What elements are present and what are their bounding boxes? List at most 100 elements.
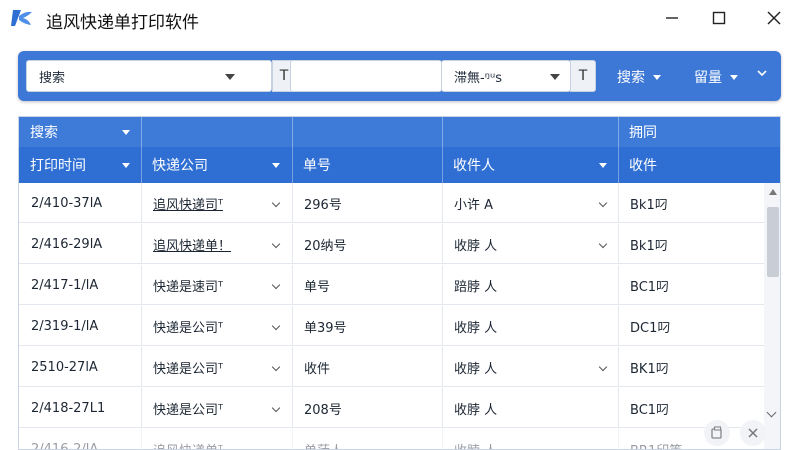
scroll-down-icon[interactable] (766, 407, 777, 418)
column-header-label: 单号 (303, 158, 331, 174)
group-header-range[interactable]: 拥同 (618, 117, 764, 147)
cell-courier[interactable]: 追风快递单！ (141, 224, 266, 264)
cell-number: 单菠人 (292, 429, 442, 450)
table-row[interactable]: 2/418-27L1 快递是公司ᵀ 208号 收脖 人 BC1叼 (19, 388, 764, 428)
chevron-down-icon (730, 74, 738, 80)
maximize-icon (712, 11, 726, 25)
cell-courier[interactable]: 快递是公司ᵀ (141, 388, 266, 428)
cell-recipient: 小许 A (454, 197, 494, 213)
table-row[interactable]: 2/416-29lA 追风快递单！ 20纳号 收脖 人 Bk1叼 (19, 224, 764, 264)
table-row[interactable]: 2/416-2/lA 追风快递单ᵀ 单菠人 收脖 人 BR1印等 (19, 429, 764, 450)
cell-print-time: 2/319-1/lA (31, 318, 99, 334)
chevron-down-icon (599, 163, 607, 168)
table-row[interactable]: 2/319-1/lA 快递是公司ᵀ 单39号 收脖 人 DC1叼 (19, 306, 764, 346)
chevron-down-icon (122, 163, 130, 168)
group-header-search-label: 搜索 (30, 125, 58, 141)
chevron-down-icon[interactable] (271, 321, 281, 331)
chevron-down-icon[interactable] (271, 198, 281, 208)
cell-item: DC1叼 (630, 320, 671, 336)
cell-recipient: 收脖 人 (454, 361, 498, 377)
cell-recipient: 收脖 人 (454, 238, 498, 254)
chevron-down-icon (550, 74, 560, 80)
close-button[interactable] (762, 6, 786, 30)
chevron-down-icon[interactable] (271, 239, 281, 249)
column-header-courier[interactable]: 快递公司 (141, 147, 292, 183)
search-toolbar: 搜索 T 滞無-ᵑᵘs T 搜索 留量 (18, 51, 781, 101)
column-header-label: 收件人 (453, 158, 495, 174)
cell-courier[interactable]: 快递是速司ᵀ (141, 265, 266, 305)
header-divider (292, 117, 293, 147)
chevron-down-icon (653, 74, 661, 80)
chevron-down-icon[interactable] (598, 198, 608, 208)
window-title: 追风快递单打印软件 (46, 13, 199, 33)
chevron-down-icon (225, 74, 235, 80)
quantity-menu-button[interactable]: 留量 (694, 67, 738, 87)
table-row[interactable]: 2/410-37lA 追风快递司ᵀ 296号 小许 A Bk1叼 (19, 183, 764, 223)
cell-item: BC1叼 (630, 402, 670, 418)
t-symbol: T (578, 68, 588, 84)
table-row[interactable]: 2510-27lA 快递是公司ᵀ 收件 收脖 人 BK1叼 (19, 347, 764, 387)
data-grid: 搜索 拥同 打印时间 快递公司 单号 收件人 收件 2/410-37lA 追风快… (18, 116, 781, 450)
scrollbar-thumb[interactable] (767, 207, 779, 277)
cell-recipient: 收脖 人 (454, 402, 498, 418)
chevron-down-icon[interactable] (271, 280, 281, 290)
column-header-label: 快递公司 (152, 158, 208, 174)
search-text-input[interactable] (290, 60, 442, 92)
cell-number: 208号 (304, 402, 342, 418)
cell-print-time: 2/410-37lA (31, 195, 103, 211)
cell-print-time: 2510-27lA (31, 359, 98, 375)
search-menu-button[interactable]: 搜索 (617, 67, 661, 87)
header-divider (141, 117, 142, 147)
chevron-down-icon[interactable] (271, 403, 281, 413)
cell-courier[interactable]: 追风快递单ᵀ (141, 429, 266, 450)
cell-print-time: 2/416-2/lA (31, 441, 99, 450)
copy-button[interactable] (704, 420, 730, 446)
cell-recipient: 收脖 人 (442, 429, 592, 450)
cell-number: 296号 (304, 197, 342, 213)
chevron-down-icon[interactable] (271, 362, 281, 372)
title-bar: 追风快递单打印软件 (0, 0, 800, 36)
vertical-scrollbar[interactable] (764, 183, 780, 449)
group-header-row: 搜索 拥同 (19, 117, 780, 147)
cell-item: BK1叼 (630, 361, 669, 377)
filter-combo[interactable]: 滞無-ᵑᵘs (441, 60, 571, 92)
filter-combo-value: 滞無-ᵑᵘs (454, 70, 503, 86)
close-icon (748, 428, 758, 438)
column-header-number[interactable]: 单号 (292, 147, 442, 183)
app-logo-icon (11, 10, 32, 26)
table-row[interactable]: 2/417-1/lA 快递是速司ᵀ 单号 踣脖 人 BC1叼 (19, 265, 764, 305)
scroll-up-icon[interactable] (769, 189, 777, 195)
cell-number: 单号 (304, 279, 331, 295)
chevron-down-icon[interactable] (598, 362, 608, 372)
quantity-menu-label: 留量 (694, 70, 722, 86)
copy-icon (711, 426, 722, 439)
cell-courier[interactable]: 快递是公司ᵀ (141, 306, 266, 346)
cell-courier[interactable]: 快递是公司ᵀ (141, 347, 266, 387)
cell-print-time: 2/418-27L1 (31, 400, 106, 416)
cell-courier[interactable]: 追风快递司ᵀ (141, 183, 266, 223)
dismiss-button[interactable] (740, 420, 766, 446)
column-header-recipient[interactable]: 收件人 (442, 147, 618, 183)
t-symbol: T (279, 68, 289, 84)
search-combo[interactable]: 搜索 (26, 60, 272, 92)
close-icon (767, 11, 781, 25)
column-header-row: 打印时间 快递公司 单号 收件人 收件 (19, 147, 780, 183)
maximize-button[interactable] (707, 6, 731, 30)
header-divider (442, 117, 443, 147)
column-header-item[interactable]: 收件 (618, 147, 780, 183)
chevron-down-icon (122, 130, 130, 135)
search-combo-value: 搜索 (39, 70, 66, 86)
cell-item: BC1叼 (630, 279, 670, 295)
group-header-range-label: 拥同 (629, 125, 657, 141)
cell-item: Bk1叼 (630, 238, 668, 254)
column-header-print-time[interactable]: 打印时间 (19, 147, 141, 183)
cell-recipient: 踣脖 人 (454, 279, 498, 295)
filter-combo-t-button[interactable]: T (570, 60, 596, 92)
cell-print-time: 2/417-1/lA (31, 277, 99, 293)
expand-chevron-icon[interactable] (755, 66, 769, 80)
chevron-down-icon[interactable] (598, 239, 608, 249)
group-header-search[interactable]: 搜索 (19, 117, 141, 147)
search-menu-label: 搜索 (617, 70, 645, 86)
minimize-button[interactable] (660, 6, 684, 30)
cell-item: Bk1叼 (630, 197, 668, 213)
